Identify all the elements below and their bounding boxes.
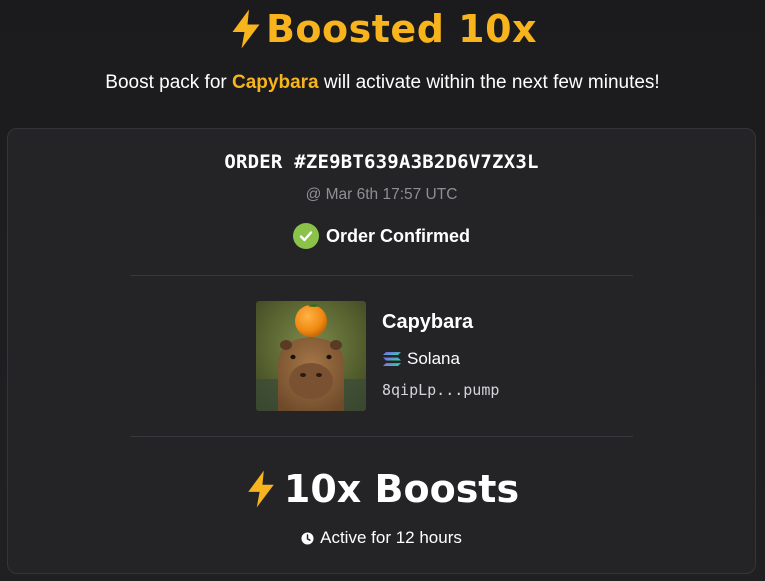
order-timestamp: @ Mar 6th 17:57 UTC	[305, 186, 458, 203]
token-name: Capybara	[382, 311, 474, 333]
title-text: Boosted 10x	[265, 7, 538, 51]
lightning-bolt-icon	[232, 9, 260, 49]
solana-logo-icon	[383, 352, 401, 366]
order-id: ORDER #ZE9BT639A3B2D6V7ZX3L	[224, 151, 539, 173]
token-image	[256, 301, 366, 411]
order-status-label: Order Confirmed	[325, 225, 471, 246]
boost-duration: Active for 12 hours	[8, 528, 755, 548]
token-chain-label: Solana	[407, 349, 460, 368]
lightning-bolt-icon	[248, 470, 274, 508]
token-summary: Capybara Solana 8qipLp...pump	[256, 301, 556, 411]
boost-confirmation-page: Boosted 10x Boost pack for Capybara will…	[0, 0, 765, 581]
token-chain: Solana	[382, 349, 460, 369]
subtitle-suffix: will activate within the next few minute…	[318, 72, 660, 93]
boost-summary: 10x Boosts	[8, 467, 755, 511]
divider	[130, 275, 633, 276]
clock-icon	[301, 531, 314, 545]
boost-count-label: 10x Boosts	[283, 467, 520, 511]
token-address[interactable]: 8qipLp...pump	[382, 381, 499, 399]
page-title: Boosted 10x	[0, 2, 765, 56]
boost-duration-label: Active for 12 hours	[320, 528, 462, 547]
subtitle: Boost pack for Capybara will activate wi…	[0, 72, 765, 94]
order-card: ORDER #ZE9BT639A3B2D6V7ZX3L @ Mar 6th 17…	[7, 128, 756, 574]
subtitle-prefix: Boost pack for	[105, 72, 233, 93]
order-status: Order Confirmed	[8, 223, 755, 249]
subtitle-token-name: Capybara	[232, 72, 319, 93]
divider	[130, 436, 633, 437]
check-circle-icon	[292, 223, 319, 249]
